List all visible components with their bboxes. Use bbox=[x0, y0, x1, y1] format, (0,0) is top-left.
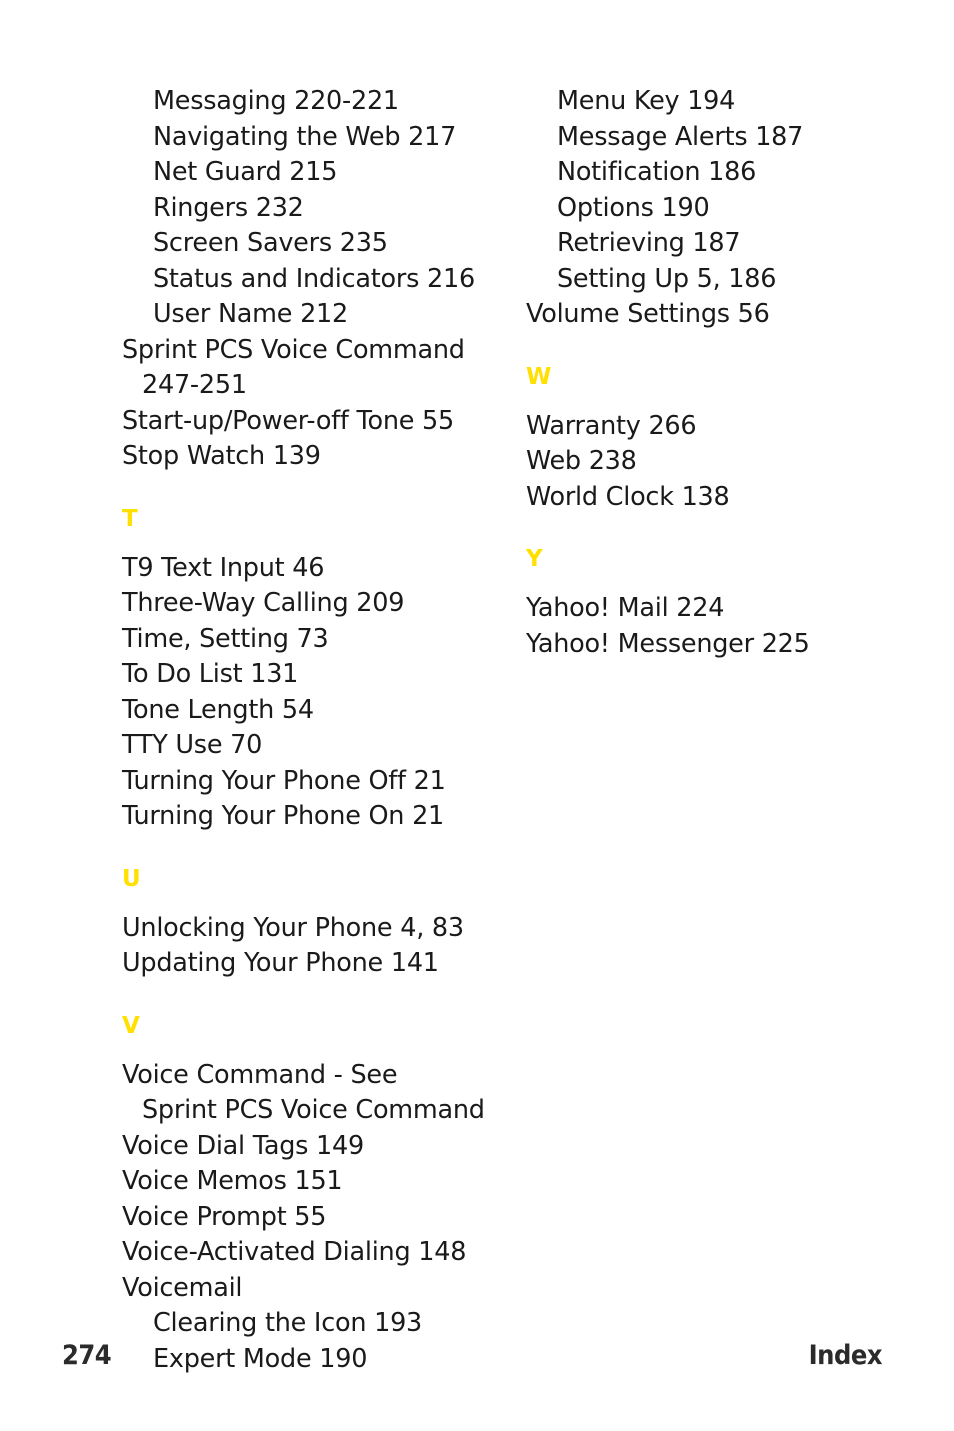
index-entry: Voice-Activated Dialing 148 bbox=[122, 1237, 467, 1267]
index-entry: Start-up/Power-off Tone 55 bbox=[122, 405, 454, 436]
section-letter-u: U bbox=[122, 865, 141, 892]
index-entry: Updating Your Phone 141 bbox=[122, 948, 439, 978]
index-entry: Time, Setting 73 bbox=[122, 623, 329, 654]
index-entry: Messaging 220-221 bbox=[153, 86, 399, 116]
index-entry: World Clock 138 bbox=[526, 481, 730, 512]
running-head: Index bbox=[808, 1340, 883, 1371]
index-entry: Ringers 232 bbox=[153, 192, 304, 223]
page-footer: 274 Index bbox=[0, 1340, 954, 1380]
index-entry: To Do List 131 bbox=[122, 659, 299, 689]
index-entry: 247-251 bbox=[142, 370, 247, 400]
index-entry: Voice Memos 151 bbox=[122, 1166, 343, 1196]
index-page: Messaging 220-221 Navigating the Web 217 N… bbox=[0, 0, 954, 1431]
index-columns: Messaging 220-221 Navigating the Web 217 N… bbox=[0, 84, 954, 1377]
index-entry: Turning Your Phone On 21 bbox=[122, 801, 445, 831]
index-entry: Voice Dial Tags 149 bbox=[122, 1130, 364, 1161]
index-entry: Options 190 bbox=[557, 192, 710, 223]
index-entry: Unlocking Your Phone 4, 83 bbox=[122, 912, 464, 943]
section-letter-y: Y bbox=[526, 546, 543, 572]
index-entry: Sprint PCS Voice Command bbox=[122, 334, 465, 365]
index-entry: Setting Up 5, 186 bbox=[557, 263, 777, 294]
index-entry: Stop Watch 139 bbox=[122, 441, 321, 471]
index-entry: Volume Settings 56 bbox=[526, 299, 770, 329]
section-letter-t: T bbox=[122, 505, 138, 532]
index-entry: Web 238 bbox=[526, 446, 637, 476]
right-column: Menu Key 194 Message Alerts 187 Notificati… bbox=[526, 84, 926, 662]
index-entry: Notification 186 bbox=[557, 157, 757, 187]
index-entry: Menu Key 194 bbox=[557, 86, 736, 116]
page-number: 274 bbox=[62, 1340, 112, 1371]
index-entry: Status and Indicators 216 bbox=[153, 263, 475, 294]
index-entry: TTY Use 70 bbox=[122, 730, 263, 760]
index-entry: T9 Text Input 46 bbox=[122, 552, 325, 583]
index-entry: Yahoo! Messenger 225 bbox=[526, 628, 810, 659]
index-entry: Voicemail bbox=[122, 1272, 243, 1303]
index-entry: Retrieving 187 bbox=[557, 228, 741, 258]
index-entry: Navigating the Web 217 bbox=[153, 121, 457, 152]
index-entry: Tone Length 54 bbox=[122, 694, 314, 725]
index-entry: Clearing the Icon 193 bbox=[153, 1308, 423, 1338]
section-letter-w: W bbox=[526, 363, 552, 390]
index-entry: Voice Command - See bbox=[122, 1059, 398, 1090]
index-entry: Turning Your Phone Off 21 bbox=[122, 765, 446, 796]
index-entry: Three-Way Calling 209 bbox=[122, 588, 405, 618]
index-entry: Warranty 266 bbox=[526, 410, 697, 441]
section-letter-v: V bbox=[122, 1012, 140, 1039]
index-entry: Voice Prompt 55 bbox=[122, 1201, 327, 1232]
index-entry: Net Guard 215 bbox=[153, 157, 338, 187]
index-entry: Sprint PCS Voice Command bbox=[142, 1095, 485, 1125]
index-entry: User Name 212 bbox=[153, 299, 348, 329]
index-entry: Yahoo! Mail 224 bbox=[526, 593, 725, 623]
index-entry: Message Alerts 187 bbox=[557, 121, 804, 152]
index-entry: Screen Savers 235 bbox=[153, 228, 388, 258]
left-column: Messaging 220-221 Navigating the Web 217 N… bbox=[122, 84, 522, 1377]
